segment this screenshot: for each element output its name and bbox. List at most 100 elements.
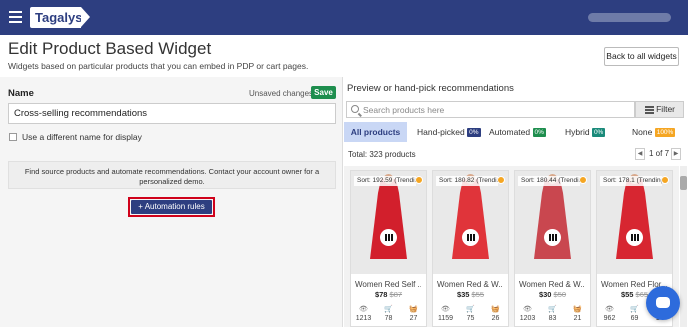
eye-icon: 👁 (605, 306, 614, 313)
pin-toggle-icon[interactable] (544, 229, 561, 246)
buys-count: 26 (491, 315, 500, 322)
basket-icon: 🧺 (409, 306, 418, 313)
tab-label: Hybrid (565, 127, 590, 137)
tab-label: All products (350, 127, 401, 137)
prev-page-button[interactable]: ◀ (635, 148, 645, 160)
dress-image (597, 171, 672, 274)
tab-label: Hand-picked (417, 127, 465, 137)
product-name: Women Red & W... (437, 280, 503, 289)
carts-count: 69 (630, 315, 639, 322)
filter-label: Filter (656, 104, 675, 114)
top-nav-bar: Tagalys (0, 0, 688, 35)
dress-image (351, 171, 426, 274)
views-count: 1203 (519, 315, 536, 322)
product-image (515, 171, 590, 274)
grid-scrollbar-thumb[interactable] (680, 176, 687, 190)
widget-name-input[interactable]: Cross-selling recommendations (8, 103, 336, 124)
original-price: $50 (553, 290, 567, 299)
sort-score-tag: Sort: 180.44 (Trending) (518, 176, 580, 186)
pin-toggle-icon[interactable] (626, 229, 643, 246)
grid-scrollbar[interactable] (680, 166, 687, 327)
cart-icon: 🛒 (466, 306, 475, 313)
back-to-widgets-button[interactable]: Back to all widgets (604, 47, 679, 66)
automation-rules-highlight: + Automation rules (128, 197, 215, 217)
product-image (351, 171, 426, 274)
automation-rules-button[interactable]: + Automation rules (131, 200, 212, 214)
chat-widget-button[interactable] (646, 286, 680, 320)
sort-score-tag: Sort: 192.59 (Trending) (354, 176, 416, 186)
different-name-label: Use a different name for display (22, 132, 142, 142)
filter-button[interactable]: Filter (635, 101, 684, 118)
status-dot (661, 176, 669, 184)
eye-icon: 👁 (359, 306, 368, 313)
basket-icon: 🧺 (491, 306, 500, 313)
tab-badge: 0% (532, 128, 546, 137)
product-stats: 👁 1213 🛒 78 🧺 27 (351, 305, 426, 325)
tab-hand-picked[interactable]: Hand-picked 0% (417, 122, 481, 142)
total-products: Total: 323 products (348, 150, 416, 159)
search-placeholder: Search products here (363, 105, 445, 115)
tagalys-logo[interactable]: Tagalys (30, 7, 90, 28)
panel-divider (342, 77, 343, 327)
product-stats: 👁 1203 🛒 83 🧺 21 (515, 305, 590, 325)
page-subtitle: Widgets based on particular products tha… (8, 61, 309, 71)
buys-count: 21 (573, 315, 582, 322)
product-price: $78 $87 (351, 290, 426, 299)
product-image (433, 171, 508, 274)
tab-all-products[interactable]: All products (344, 122, 407, 142)
views-count: 1213 (355, 315, 372, 322)
tab-badge: 100% (654, 128, 676, 137)
product-stats: 👁 1159 🛒 75 🧺 26 (433, 305, 508, 325)
product-card[interactable]: Sort: 192.59 (Trending) Women Red Self ..… (350, 170, 427, 327)
current-price: $55 (620, 290, 634, 299)
product-name: Women Red Self ... (355, 280, 421, 289)
product-image (597, 171, 672, 274)
filter-icon (645, 106, 654, 114)
tab-automated[interactable]: Automated 0% (489, 122, 546, 142)
carts-count: 78 (384, 315, 393, 322)
views-count: 1159 (437, 315, 454, 322)
next-page-button[interactable]: ▶ (671, 148, 681, 160)
tab-label: None (632, 127, 653, 137)
hamburger-icon[interactable] (9, 11, 22, 23)
save-button[interactable]: Save (311, 86, 336, 99)
buys-count: 27 (409, 315, 418, 322)
carts-count: 83 (548, 315, 557, 322)
tab-badge: 0% (467, 128, 481, 137)
account-menu[interactable] (588, 13, 671, 22)
cart-icon: 🛒 (630, 306, 639, 313)
cart-icon: 🛒 (548, 306, 557, 313)
product-name: Women Red & W... (519, 280, 585, 289)
preview-title: Preview or hand-pick recommendations (347, 83, 514, 94)
carts-count: 75 (466, 315, 475, 322)
tab-none[interactable]: None 100% (632, 122, 676, 142)
tab-badge: 0% (591, 128, 606, 137)
current-price: $30 (538, 290, 552, 299)
sort-score-tag: Sort: 180.82 (Trending) (436, 176, 498, 186)
different-name-checkbox[interactable] (9, 133, 17, 141)
product-price: $35 $55 (433, 290, 508, 299)
chat-icon (656, 297, 670, 308)
status-dot (497, 176, 505, 184)
product-search-input[interactable]: Search products here (346, 101, 635, 118)
original-price: $87 (389, 290, 403, 299)
page-title: Edit Product Based Widget (8, 39, 212, 58)
product-price: $30 $50 (515, 290, 590, 299)
tab-label: Automated (489, 127, 531, 137)
pin-toggle-icon[interactable] (380, 229, 397, 246)
product-card[interactable]: Sort: 180.82 (Trending) Women Red & W...$… (432, 170, 509, 327)
current-price: $78 (374, 290, 388, 299)
recommendation-tabs: All products Hand-picked 0% Automated 0%… (344, 122, 688, 142)
eye-icon: 👁 (441, 306, 450, 313)
pin-toggle-icon[interactable] (462, 229, 479, 246)
dress-image (433, 171, 508, 274)
dress-image (515, 171, 590, 274)
page-indicator: 1 of 7 (649, 149, 670, 158)
eye-icon: 👁 (523, 306, 532, 313)
product-card[interactable]: Sort: 180.44 (Trending) Women Red & W...$… (514, 170, 591, 327)
tab-hybrid[interactable]: Hybrid 0% (565, 122, 606, 142)
automation-info-box: Find source products and automate recomm… (8, 161, 336, 189)
original-price: $55 (471, 290, 485, 299)
unsaved-changes-text: Unsaved changes (249, 89, 314, 98)
search-icon (351, 105, 359, 113)
